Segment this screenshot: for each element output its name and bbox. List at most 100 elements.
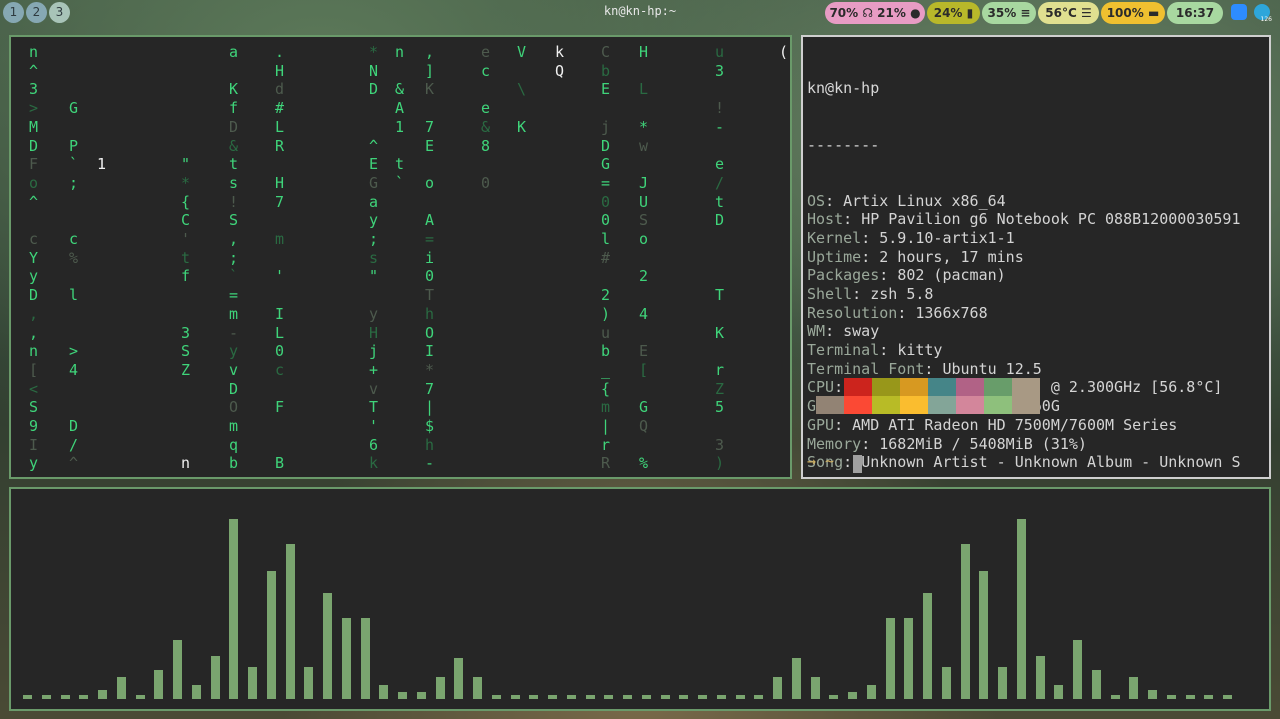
matrix-column: G P `; c% l >4 D / ^ [69,99,79,473]
battery-module[interactable]: 24% ▮ [927,2,980,24]
workspace-1-button[interactable]: 1 [3,2,24,23]
visualizer-bar [304,667,314,699]
palette-swatch [984,378,1012,396]
visualizer-bar [41,695,51,699]
audio-visualizer [9,487,1271,711]
visualizer-bar [979,571,989,699]
visualizer-bar [98,690,107,699]
palette-swatch [816,396,844,414]
visualizer-bar [266,571,276,699]
matrix-column: H L * w JUSo 2 4 E[ GQ % [639,43,649,473]
matrix-column: n & A 1 t ` [395,43,405,192]
palette-swatch [1012,396,1040,414]
matrix-terminal[interactable]: n ^ 3 > M D Fo ^ c Yy D,, n[< S 9 Iy G P `; c% l >4 D /… [9,35,792,479]
tray-badge: 126 [1260,16,1272,23]
visualizer-bar [585,695,595,699]
palette-swatch [900,396,928,414]
palette-swatch [872,378,900,396]
palette-swatch [844,396,872,414]
visualizer-bar [379,685,389,699]
visualizer-bar [1166,695,1176,699]
visualizer-bar [454,658,464,699]
info-key: WM [807,322,826,341]
visualizer-bar [604,695,614,699]
matrix-column: ( [779,43,789,61]
info-row: Packages: 802 (pacman) [807,266,1006,285]
visualizer-bar [173,640,182,699]
info-value: AMD ATI Radeon HD 7500M/7600M Series [852,415,1178,434]
matrix-column: V \ K [517,43,527,136]
visualizer-bar [1185,695,1195,699]
matrix-column: CbE j D G = 0 0 l # 2) u b _{m | r R [601,43,611,473]
info-row: Kernel: 5.9.10-artix1-1 [807,228,1015,247]
info-key: Memory [807,434,862,453]
visualizer-bar [1129,677,1139,699]
palette-swatch [956,396,984,414]
info-row: Song: Unknown Artist - Unknown Album - U… [807,453,1241,472]
matrix-column: 1 [97,155,107,174]
visualizer-bar [698,695,707,699]
visualizer-bar [679,695,689,699]
info-key: Kernel [807,228,862,247]
palette-swatch [928,378,956,396]
info-value: Artix Linux x86_64 [843,191,1006,210]
telegram-icon[interactable]: 126 [1254,4,1272,23]
neofetch-terminal[interactable]: kn@kn-hp -------- OS: Artix Linux x86_64… [801,35,1271,479]
visualizer-bar [960,544,970,699]
info-row: Terminal Font: Ubuntu 12.5 [807,359,1042,378]
visualizer-bar [1091,670,1101,699]
visualizer-bar [491,695,501,699]
visualizer-bar [1054,685,1064,699]
brightness-module[interactable]: 100% ▬ [1101,2,1165,24]
info-value: Ubuntu 12.5 [942,359,1042,378]
window-title: kn@kn-hp:~ [603,4,677,18]
visualizer-bar [848,692,857,699]
info-value: 802 (pacman) [897,266,1006,285]
info-row: GPU: AMD ATI Radeon HD 7500M/7600M Serie… [807,415,1178,434]
visualizer-bar [1073,640,1082,699]
visualizer-bar [23,695,32,699]
visualizer-bar [641,695,651,699]
matrix-column: . Hd # L R H7 m ' IL0c F B [275,43,285,473]
visualizer-bar [1204,695,1214,699]
visualizer-bar [941,667,951,699]
matrix-column: n ^ 3 > M D Fo ^ c Yy D,, n[< S 9 Iy [29,43,39,473]
shell-prompt: → ~ [807,452,835,470]
palette-swatch [984,396,1012,414]
info-value: 5.9.10-artix1-1 [879,228,1015,247]
info-key: Uptime [807,247,862,266]
workspace-2-button[interactable]: 2 [26,2,47,23]
visualizer-bar [829,695,839,699]
visualizer-bar [885,618,895,699]
visualizer-bar [904,618,914,699]
visualizer-bar [923,593,932,699]
palette-swatch [1012,378,1040,396]
visualizer-bar [60,695,70,699]
matrix-column: ec e & 8 0 [481,43,491,192]
visualizer-bar [866,685,876,699]
terminal-cursor [853,455,862,473]
info-row: Memory: 1682MiB / 5408MiB (31%) [807,434,1087,453]
visualizer-bar [210,656,220,699]
info-row: WM: sway [807,322,880,341]
palette-swatch [900,378,928,396]
visualizer-bar [566,695,576,699]
visualizer-bar [735,695,745,699]
temperature-module[interactable]: 56°C ☰ [1038,2,1099,24]
visualizer-bar [154,670,164,699]
info-key: Packages [807,266,880,285]
visualizer-bar [191,685,201,699]
volume-module[interactable]: 70% ☊ 21% ● [825,2,925,24]
disk-module[interactable]: 35% ≡ [982,2,1036,24]
matrix-column: " *{C ' t f 3SZ n [181,155,191,473]
info-row: Resolution: 1366x768 [807,303,988,322]
visualizer-bar [1035,656,1045,699]
zoom-icon[interactable] [1231,4,1247,20]
workspace-3-button[interactable]: 3 [49,2,70,23]
visualizer-bar [716,695,726,699]
visualizer-bar [791,658,801,699]
visualizer-bar [248,667,257,699]
visualizer-bar [135,695,145,699]
info-value: 1682MiB / 5408MiB (31%) [879,434,1087,453]
user-host: kn@kn-hp [807,79,880,98]
